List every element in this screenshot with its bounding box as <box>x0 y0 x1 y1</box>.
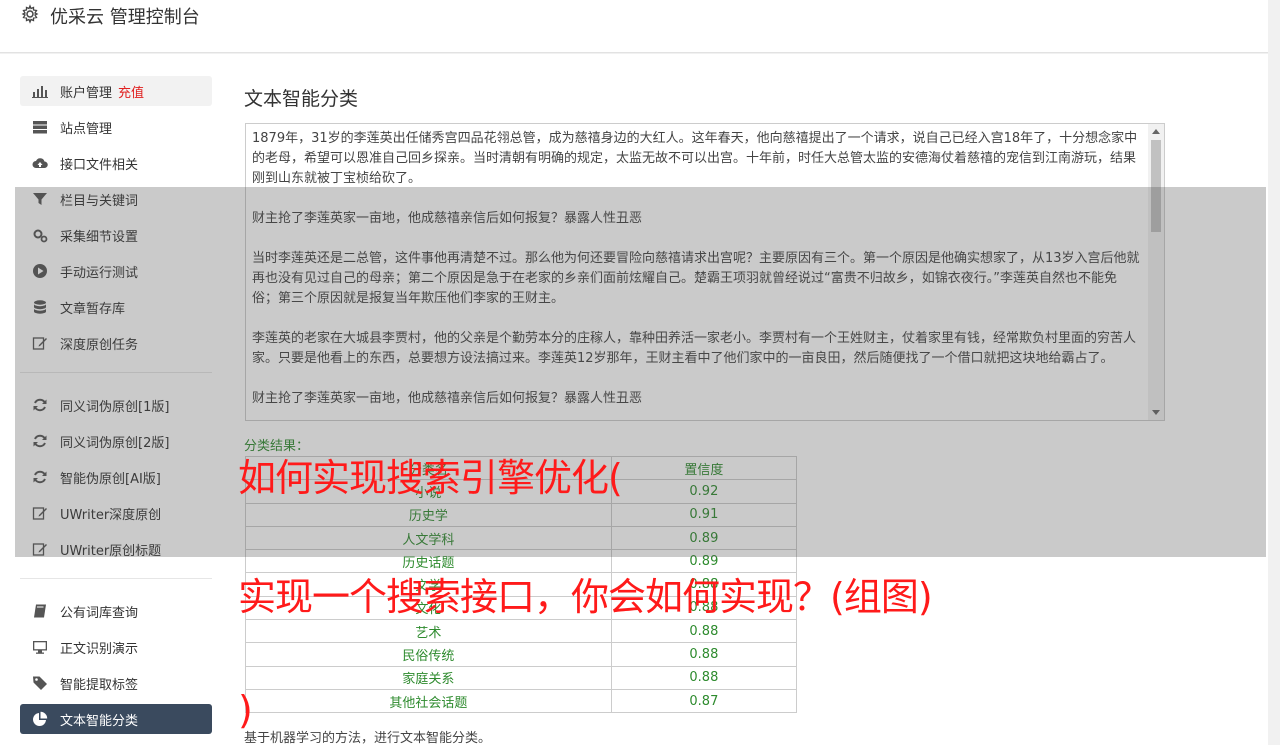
app-title: 优采云 管理控制台 <box>50 7 200 28</box>
category-cell: 民俗传统 <box>245 642 612 667</box>
sidebar-item-server-group1-1[interactable]: 站点管理 <box>20 112 212 142</box>
sidebar-item-search-group3-4[interactable]: 内容相关度检测 <box>20 740 212 745</box>
textarea-content[interactable]: 1879年，31岁的李莲英出任储秀宫四品花翎总管，成为慈禧身边的大红人。这年春天… <box>252 129 1142 409</box>
table-row: 民俗传统 0.88 <box>245 642 798 667</box>
sidebar-item-label: 深度原创任务 <box>60 337 139 353</box>
server-icon <box>32 119 48 135</box>
filter-icon <box>32 191 48 207</box>
refresh-icon <box>32 469 48 485</box>
play-circle-icon <box>32 263 48 279</box>
page-title: 文本智能分类 <box>244 88 359 110</box>
table-row: 人文学科 0.89 <box>245 525 798 551</box>
sidebar-item-label: 文本智能分类 <box>60 713 139 729</box>
sidebar-item-play-circle-group1-5[interactable]: 手动运行测试 <box>20 256 212 286</box>
sidebar-item-refresh-group2-1[interactable]: 同义词伪原创[2版] <box>20 426 212 456</box>
database-icon <box>32 299 48 315</box>
table-row: 历史学 0.91 <box>245 502 798 527</box>
category-cell: 艺术 <box>245 619 612 644</box>
sidebar-item-label: 同义词伪原创[2版] <box>60 435 170 451</box>
overlay-headline-2: 实现一个搜索接口，你会如何实现？(组图) <box>238 575 933 619</box>
scroll-up-icon[interactable] <box>1152 129 1160 134</box>
sidebar-item-label: 栏目与关键词 <box>60 193 139 209</box>
textarea-scrollbar[interactable] <box>1148 124 1164 420</box>
page-scrollbar[interactable] <box>1268 0 1280 745</box>
sidebar-item-filter-group1-3[interactable]: 栏目与关键词 <box>20 184 212 214</box>
confidence-cell: 0.91 <box>610 502 798 527</box>
confidence-cell: 0.89 <box>610 525 798 551</box>
sidebar-item-refresh-group2-2[interactable]: 智能伪原创[AI版] <box>20 462 212 492</box>
edit-icon <box>32 335 48 351</box>
sidebar-item-book-group3-0[interactable]: 公有词库查询 <box>20 596 212 626</box>
sidebar-item-label: UWriter深度原创 <box>60 507 162 523</box>
sidebar-item-label: 接口文件相关 <box>60 157 139 173</box>
top-bar: 优采云 管理控制台 <box>0 0 1268 53</box>
confidence-cell: 0.88 <box>610 642 798 667</box>
sidebar-item-label: 手动运行测试 <box>60 265 139 281</box>
sidebar-item-label: 账户管理 <box>60 85 113 101</box>
sidebar-item-tag-group3-2[interactable]: 智能提取标签 <box>20 668 212 698</box>
refresh-icon <box>32 397 48 413</box>
sidebar-item-gears-group1-4[interactable]: 采集细节设置 <box>20 220 212 250</box>
book-icon <box>32 603 48 619</box>
refresh-icon <box>32 433 48 449</box>
table-row: 其他社会话题 0.87 <box>245 688 798 714</box>
sidebar-item-label: 正文识别演示 <box>60 641 139 657</box>
pie-chart-icon <box>32 711 48 727</box>
page: 优采云 管理控制台 账户管理 充值站点管理接口文件相关 栏目与关键词 采集细节设置 手动… <box>0 0 1280 745</box>
overlay-headline-1: 如何实现搜索引擎优化( <box>238 456 623 500</box>
sidebar-item-edit-group2-3[interactable]: UWriter深度原创 <box>20 498 212 528</box>
sidebar-item-label: 智能伪原创[AI版] <box>60 471 161 487</box>
gear-icon <box>20 4 40 24</box>
sidebar-item-edit-group2-4[interactable]: UWriter原创标题 <box>20 534 212 564</box>
table-row: 家庭关系 0.88 <box>245 665 798 690</box>
category-cell: 其他社会话题 <box>245 688 612 714</box>
gears-icon <box>32 227 48 243</box>
sidebar-item-label: 公有词库查询 <box>60 605 139 621</box>
footnote: 基于机器学习的方法，进行文本智能分类。 <box>244 731 492 745</box>
sidebar-item-label: 智能提取标签 <box>60 677 139 693</box>
category-cell: 家庭关系 <box>245 665 612 690</box>
edit-icon <box>32 505 48 521</box>
sidebar-item-cloud-upload-group1-2[interactable]: 接口文件相关 <box>20 148 212 178</box>
sidebar-item-label: 采集细节设置 <box>60 229 139 245</box>
scroll-thumb[interactable] <box>1151 140 1161 232</box>
recharge-link[interactable]: 充值 <box>118 82 144 101</box>
text-input-area[interactable]: 1879年，31岁的李莲英出任储秀宫四品花翎总管，成为慈禧身边的大红人。这年春天… <box>245 123 1165 421</box>
overlay-headline-3: ) <box>238 688 253 732</box>
sidebar-item-edit-group1-7[interactable]: 深度原创任务 <box>20 328 212 358</box>
confidence-cell: 0.88 <box>610 619 798 644</box>
sidebar-item-label: 同义词伪原创[1版] <box>60 399 170 415</box>
sidebar-item-database-group1-6[interactable]: 文章暂存库 <box>20 292 212 322</box>
confidence-cell: 0.87 <box>610 688 798 714</box>
sidebar-item-label: UWriter原创标题 <box>60 543 162 559</box>
scroll-down-icon[interactable] <box>1152 410 1160 415</box>
table-header: 置信度 <box>610 455 798 481</box>
table-row: 艺术 0.88 <box>245 619 798 644</box>
nav-divider <box>20 578 212 579</box>
sidebar-item-refresh-group2-0[interactable]: 同义词伪原创[1版] <box>20 390 212 420</box>
category-cell: 历史学 <box>245 502 612 527</box>
tag-icon <box>32 675 48 691</box>
sidebar-item-pie-chart-group3-3[interactable]: 文本智能分类 <box>20 704 212 734</box>
edit-icon <box>32 541 48 557</box>
sidebar-item-label: 站点管理 <box>60 121 113 137</box>
confidence-cell: 0.88 <box>610 665 798 690</box>
content-area: 文本智能分类 1879年，31岁的李莲英出任储秀宫四品花翎总管，成为慈禧身边的大… <box>244 84 1165 745</box>
desktop-icon <box>32 639 48 655</box>
sidebar-item-desktop-group3-1[interactable]: 正文识别演示 <box>20 632 212 662</box>
sidebar-item-bar-chart-group1-0[interactable]: 账户管理 充值 <box>20 76 212 106</box>
category-cell: 人文学科 <box>245 525 612 551</box>
cloud-upload-icon <box>32 155 48 171</box>
nav-divider <box>20 372 212 373</box>
sidebar: 账户管理 充值站点管理接口文件相关 栏目与关键词 采集细节设置 手动运行测试 文章暂存库深… <box>20 76 212 745</box>
sidebar-item-label: 文章暂存库 <box>60 301 126 317</box>
confidence-cell: 0.92 <box>610 479 798 504</box>
bar-chart-icon <box>32 83 48 99</box>
